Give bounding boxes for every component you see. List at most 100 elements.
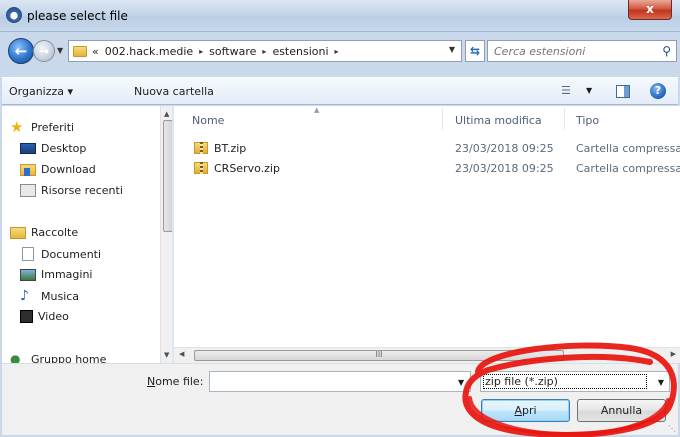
file-list-horizontal-scrollbar[interactable]: ◀ III ▶: [174, 347, 680, 363]
nav-item-libraries[interactable]: Raccolte: [10, 226, 78, 239]
nav-item-label: Video: [38, 310, 69, 323]
star-icon: ★: [10, 118, 24, 136]
breadcrumb-separator[interactable]: ▸: [262, 47, 266, 56]
back-button[interactable]: ←: [8, 38, 34, 64]
download-folder-icon: [20, 163, 36, 176]
filename-dropdown-button[interactable]: ▼: [458, 378, 464, 387]
nav-item-video[interactable]: Video: [20, 310, 69, 323]
open-button[interactable]: Apri: [481, 399, 570, 422]
address-bar[interactable]: « 002.hack.medie ▸ software ▸ estensioni…: [68, 40, 462, 62]
breadcrumb-item[interactable]: 002.hack.medie: [105, 45, 193, 58]
window-title: please select file: [27, 9, 128, 23]
file-type-select[interactable]: zip file (*.zip) ▼: [480, 371, 670, 392]
nav-item-label: Gruppo home: [31, 352, 107, 364]
resize-grip-icon[interactable]: ⋱: [668, 424, 676, 433]
scroll-left-icon[interactable]: ◀: [179, 350, 184, 358]
document-icon: [22, 247, 34, 261]
nav-item-label: Raccolte: [31, 226, 79, 239]
breadcrumb-separator[interactable]: ▸: [335, 47, 339, 56]
breadcrumb-item[interactable]: software: [209, 45, 256, 58]
file-row[interactable]: BT.zip 23/03/2018 09:25 Cartella compres…: [174, 140, 680, 158]
file-type-selected[interactable]: zip file (*.zip): [483, 374, 647, 389]
zip-folder-icon: [194, 162, 208, 174]
nav-item-images[interactable]: Immagini: [20, 268, 92, 281]
homegroup-icon: ●: [10, 352, 21, 363]
breadcrumb-item[interactable]: estensioni: [272, 45, 328, 58]
open-accesskey: A: [514, 404, 522, 417]
nav-item-desktop[interactable]: Desktop: [20, 142, 86, 155]
history-marker[interactable]: «: [92, 45, 99, 58]
filename-label-text: ome file:: [155, 375, 204, 388]
desktop-icon: [20, 143, 36, 154]
column-divider[interactable]: [442, 108, 443, 130]
pictures-icon: [20, 268, 36, 281]
open-label: pri: [521, 404, 537, 417]
title-bar: please select file x: [0, 0, 680, 32]
zip-folder-icon: [194, 142, 208, 154]
scroll-thumb[interactable]: [163, 120, 172, 232]
search-input[interactable]: [488, 41, 658, 61]
breadcrumb-separator[interactable]: ▸: [199, 47, 203, 56]
scroll-thumb[interactable]: III: [194, 350, 564, 361]
column-divider[interactable]: [564, 108, 565, 130]
refresh-icon: ⇆: [469, 44, 481, 58]
navigation-bar: ← → ▼ « 002.hack.medie ▸ software ▸ este…: [0, 32, 680, 72]
search-box[interactable]: ⚲: [487, 40, 677, 62]
file-name: BT.zip: [214, 142, 247, 155]
recent-places-icon: [20, 184, 36, 197]
scroll-up-icon[interactable]: ▲: [164, 110, 169, 118]
forward-arrow-icon: →: [38, 44, 50, 58]
column-header-type[interactable]: Tipo: [576, 114, 599, 127]
nav-item-favorites[interactable]: ★ Preferiti: [10, 118, 75, 136]
nav-item-recent[interactable]: Risorse recenti: [20, 184, 123, 197]
breadcrumb: « 002.hack.medie ▸ software ▸ estensioni…: [92, 45, 345, 58]
address-dropdown-button[interactable]: ▼: [449, 45, 455, 54]
file-type: Cartella compressa: [576, 162, 680, 175]
nav-item-label: Immagini: [41, 268, 93, 281]
nav-item-label: Download: [41, 163, 96, 176]
column-header-modified[interactable]: Ultima modifica: [455, 114, 542, 127]
column-header-name[interactable]: Nome: [192, 114, 224, 127]
file-list: ▲ Nome Ultima modifica Tipo BT.zip 23/03…: [174, 106, 680, 347]
dialog-footer: Nome file: ▼ zip file (*.zip) ▼ Apri Ann…: [2, 363, 678, 435]
file-modified: 23/03/2018 09:25: [455, 142, 554, 155]
filename-label: Nome file:: [147, 375, 203, 388]
preview-pane-icon[interactable]: [616, 85, 630, 98]
nav-item-documents[interactable]: Documenti: [20, 247, 101, 261]
new-folder-button[interactable]: Nuova cartella: [134, 85, 214, 98]
organize-menu-button[interactable]: Organizza ▾: [9, 85, 73, 98]
cancel-button[interactable]: Annulla: [577, 399, 666, 422]
file-type: Cartella compressa: [576, 142, 680, 155]
nav-item-music[interactable]: ♪ Musica: [20, 289, 79, 303]
back-arrow-icon: ←: [14, 42, 28, 60]
scroll-right-icon[interactable]: ▶: [671, 350, 676, 358]
history-dropdown-button[interactable]: ▼: [57, 46, 63, 55]
nav-pane-scrollbar[interactable]: ▲ ▼: [160, 106, 172, 363]
file-row[interactable]: CRServo.zip 23/03/2018 09:25 Cartella co…: [174, 160, 680, 178]
sort-ascending-icon: ▲: [314, 106, 320, 114]
nav-item-download[interactable]: Download: [20, 163, 96, 176]
scroll-down-icon[interactable]: ▼: [164, 351, 169, 359]
music-note-icon: ♪: [20, 288, 29, 304]
view-options-icon[interactable]: ☰: [561, 84, 571, 97]
folder-icon: [73, 45, 87, 57]
nav-item-homegroup[interactable]: ● Gruppo home: [10, 352, 106, 363]
scroll-grip: III: [375, 350, 383, 359]
video-icon: [20, 310, 33, 323]
libraries-icon: [10, 226, 26, 239]
nav-item-label: Desktop: [41, 142, 87, 155]
refresh-button[interactable]: ⇆: [465, 40, 485, 62]
forward-button[interactable]: →: [33, 40, 55, 62]
nav-item-label: Documenti: [41, 247, 102, 261]
close-button[interactable]: x: [628, 0, 672, 20]
search-icon[interactable]: ⚲: [662, 44, 671, 58]
filename-field[interactable]: [209, 371, 471, 392]
nav-item-label: Preferiti: [31, 120, 75, 134]
chevron-down-icon[interactable]: ▼: [658, 378, 664, 387]
filename-label-accesskey: N: [147, 375, 156, 388]
command-toolbar: Organizza ▾ Nuova cartella ☰ ▼ ?: [2, 77, 678, 105]
view-options-dropdown[interactable]: ▼: [586, 86, 592, 95]
help-icon[interactable]: ?: [650, 83, 666, 99]
nav-item-label: Risorse recenti: [41, 184, 123, 197]
app-globe-icon: [6, 7, 22, 23]
